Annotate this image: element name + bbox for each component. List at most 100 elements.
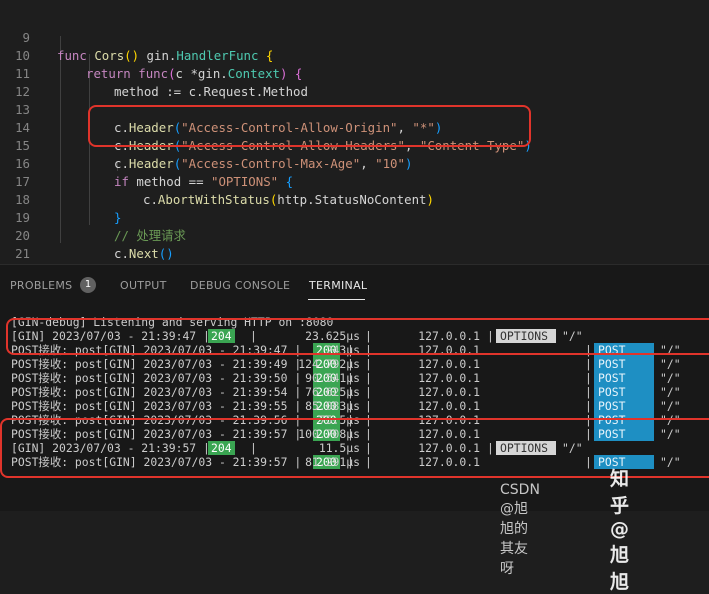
column-separator: | [365,455,372,469]
status-code-badge: 204 [208,329,235,343]
log-prefix: POST接收: post[GIN] 2023/07/03 - 21:39:57 … [11,427,302,441]
tab-debug-console[interactable]: DEBUG CONSOLE [190,279,290,292]
tab-terminal[interactable]: TERMINAL [309,279,367,292]
http-method-badge: POST [594,385,654,399]
terminal-header-line: [GIN-debug] Listening and serving HTTP o… [11,315,334,329]
request-path: "/" [660,427,681,441]
http-method-badge: OPTIONS [496,329,556,343]
code-editor[interactable]: 9 func Cors() gin.HandlerFunc { 10 retur… [0,0,709,264]
tab-problems[interactable]: PROBLEMS [10,279,72,292]
column-separator: | [365,329,372,343]
column-separator: | [365,413,372,427]
code-line-11[interactable]: 11 method := c.Request.Method [0,47,709,99]
latency-value: 243µs [325,343,360,357]
code-line-16[interactable]: 16 if method == "OPTIONS" { [0,137,709,189]
log-prefix: [GIN] 2023/07/03 - 21:39:47 | [11,329,210,343]
column-separator: | [585,371,592,385]
column-separator: | [365,371,372,385]
client-ip: 127.0.0.1 [418,357,480,371]
client-ip: 127.0.0.1 [418,413,480,427]
column-separator: | [250,329,257,343]
request-path: "/" [562,441,583,455]
client-ip: 127.0.0.1 [418,455,480,469]
code-line-19[interactable]: 19 // 处理请求 [0,191,709,243]
latency-value: 75.5µs [318,413,360,427]
terminal-log-row: POST接收: post[GIN] 2023/07/03 - 21:39:50 … [0,371,709,385]
problems-count-badge: 1 [80,277,96,293]
terminal-log-row: POST接收: post[GIN] 2023/07/03 - 21:39:55 … [0,399,709,413]
client-ip: 127.0.0.1 [418,441,480,455]
column-separator: | [585,413,592,427]
terminal-log-row: POST接收: post[GIN] 2023/07/03 - 21:39:57 … [0,455,709,469]
column-separator: | [585,385,592,399]
terminal-log-row: POST接收: post[GIN] 2023/07/03 - 21:39:56 … [0,413,709,427]
request-path: "/" [660,399,681,413]
code-line-20[interactable]: 20 c.Next() [0,209,709,261]
terminal-log-row: POST接收: post[GIN] 2023/07/03 - 21:39:57 … [0,427,709,441]
client-ip: 127.0.0.1 [418,427,480,441]
code-line-9[interactable]: 9 func Cors() gin.HandlerFunc { [0,11,709,63]
request-path: "/" [660,371,681,385]
terminal-log-row: [GIN] 2023/07/03 - 21:39:47 | 204 | 23.625µ… [0,329,709,343]
active-tab-indicator [308,299,365,300]
code-line-18[interactable]: 18 } [0,173,709,225]
log-prefix: [GIN] 2023/07/03 - 21:39:57 | [11,441,210,455]
code-line-21[interactable]: 21 } [0,227,709,261]
code-line-17[interactable]: 17 c.AbortWithStatus(http.StatusNoConten… [0,155,709,207]
column-separator: | [585,427,592,441]
http-method-badge: POST [594,371,654,385]
http-method-badge: POST [594,357,654,371]
column-separator: | [585,343,592,357]
request-path: "/" [660,455,681,469]
code-line-14[interactable]: 14 c.Header("Access-Control-Allow-Header… [0,101,709,153]
log-prefix: POST接收: post[GIN] 2023/07/03 - 21:39:55 … [11,399,302,413]
status-code-badge: 204 [208,441,235,455]
log-prefix: POST接收: post[GIN] 2023/07/03 - 21:39:50 … [11,371,302,385]
http-method-badge: POST [594,413,654,427]
terminal-output[interactable]: [GIN-debug] Listening and serving HTTP o… [0,311,709,511]
client-ip: 127.0.0.1 [418,371,480,385]
column-separator: | [250,441,257,455]
client-ip: 127.0.0.1 [418,399,480,413]
code-line-22[interactable]: 22 } [0,245,709,263]
code-line-15[interactable]: 15 c.Header("Access-Control-Max-Age", "1… [0,119,709,171]
log-prefix: POST接收: post[GIN] 2023/07/03 - 21:39:54 … [11,385,302,399]
request-path: "/" [660,413,681,427]
http-method-badge: POST [594,343,654,357]
column-separator: | [487,329,494,343]
latency-value: 100.708µs [298,427,360,441]
tab-output[interactable]: OUTPUT [120,279,167,292]
watermark-zhihu: 知乎 @旭旭 [610,468,630,593]
log-prefix: POST接收: post[GIN] 2023/07/03 - 21:39:47 … [11,343,302,357]
column-separator: | [365,427,372,441]
log-prefix: POST接收: post[GIN] 2023/07/03 - 21:39:56 … [11,413,302,427]
panel-tabs: PROBLEMS 1 OUTPUT DEBUG CONSOLE TERMINAL [0,265,709,305]
column-separator: | [365,441,372,455]
column-separator: | [585,357,592,371]
terminal-log-row: POST接收: post[GIN] 2023/07/03 - 21:39:54 … [0,385,709,399]
latency-value: 124.792µs [298,357,360,371]
client-ip: 127.0.0.1 [418,329,480,343]
http-method-badge: OPTIONS [496,441,556,455]
column-separator: | [585,399,592,413]
code-line-12[interactable]: 12 [0,65,709,99]
terminal-log-row: POST接收: post[GIN] 2023/07/03 - 21:39:47 … [0,343,709,357]
code-line-10[interactable]: 10 return func(c *gin.Context) { [0,29,709,81]
watermark-csdn: CSDN @旭旭的其友呀 [500,482,540,577]
client-ip: 127.0.0.1 [418,343,480,357]
code-line-13[interactable]: 13 c.Header("Access-Control-Allow-Origin… [0,83,709,135]
terminal-log-row: [GIN] 2023/07/03 - 21:39:57 | 204 | 11.5µs |… [0,441,709,455]
log-prefix: POST接收: post[GIN] 2023/07/03 - 21:39:57 … [11,455,302,469]
column-separator: | [365,399,372,413]
latency-value: 76.625µs [305,385,360,399]
latency-value: 81.291µs [305,455,360,469]
request-path: "/" [660,357,681,371]
latency-value: 90.541µs [305,371,360,385]
bottom-panel: PROBLEMS 1 OUTPUT DEBUG CONSOLE TERMINAL… [0,264,709,511]
column-separator: | [487,441,494,455]
column-separator: | [365,385,372,399]
log-prefix: POST接收: post[GIN] 2023/07/03 - 21:39:49 … [11,357,302,371]
column-separator: | [365,343,372,357]
column-separator: | [365,357,372,371]
request-path: "/" [562,329,583,343]
